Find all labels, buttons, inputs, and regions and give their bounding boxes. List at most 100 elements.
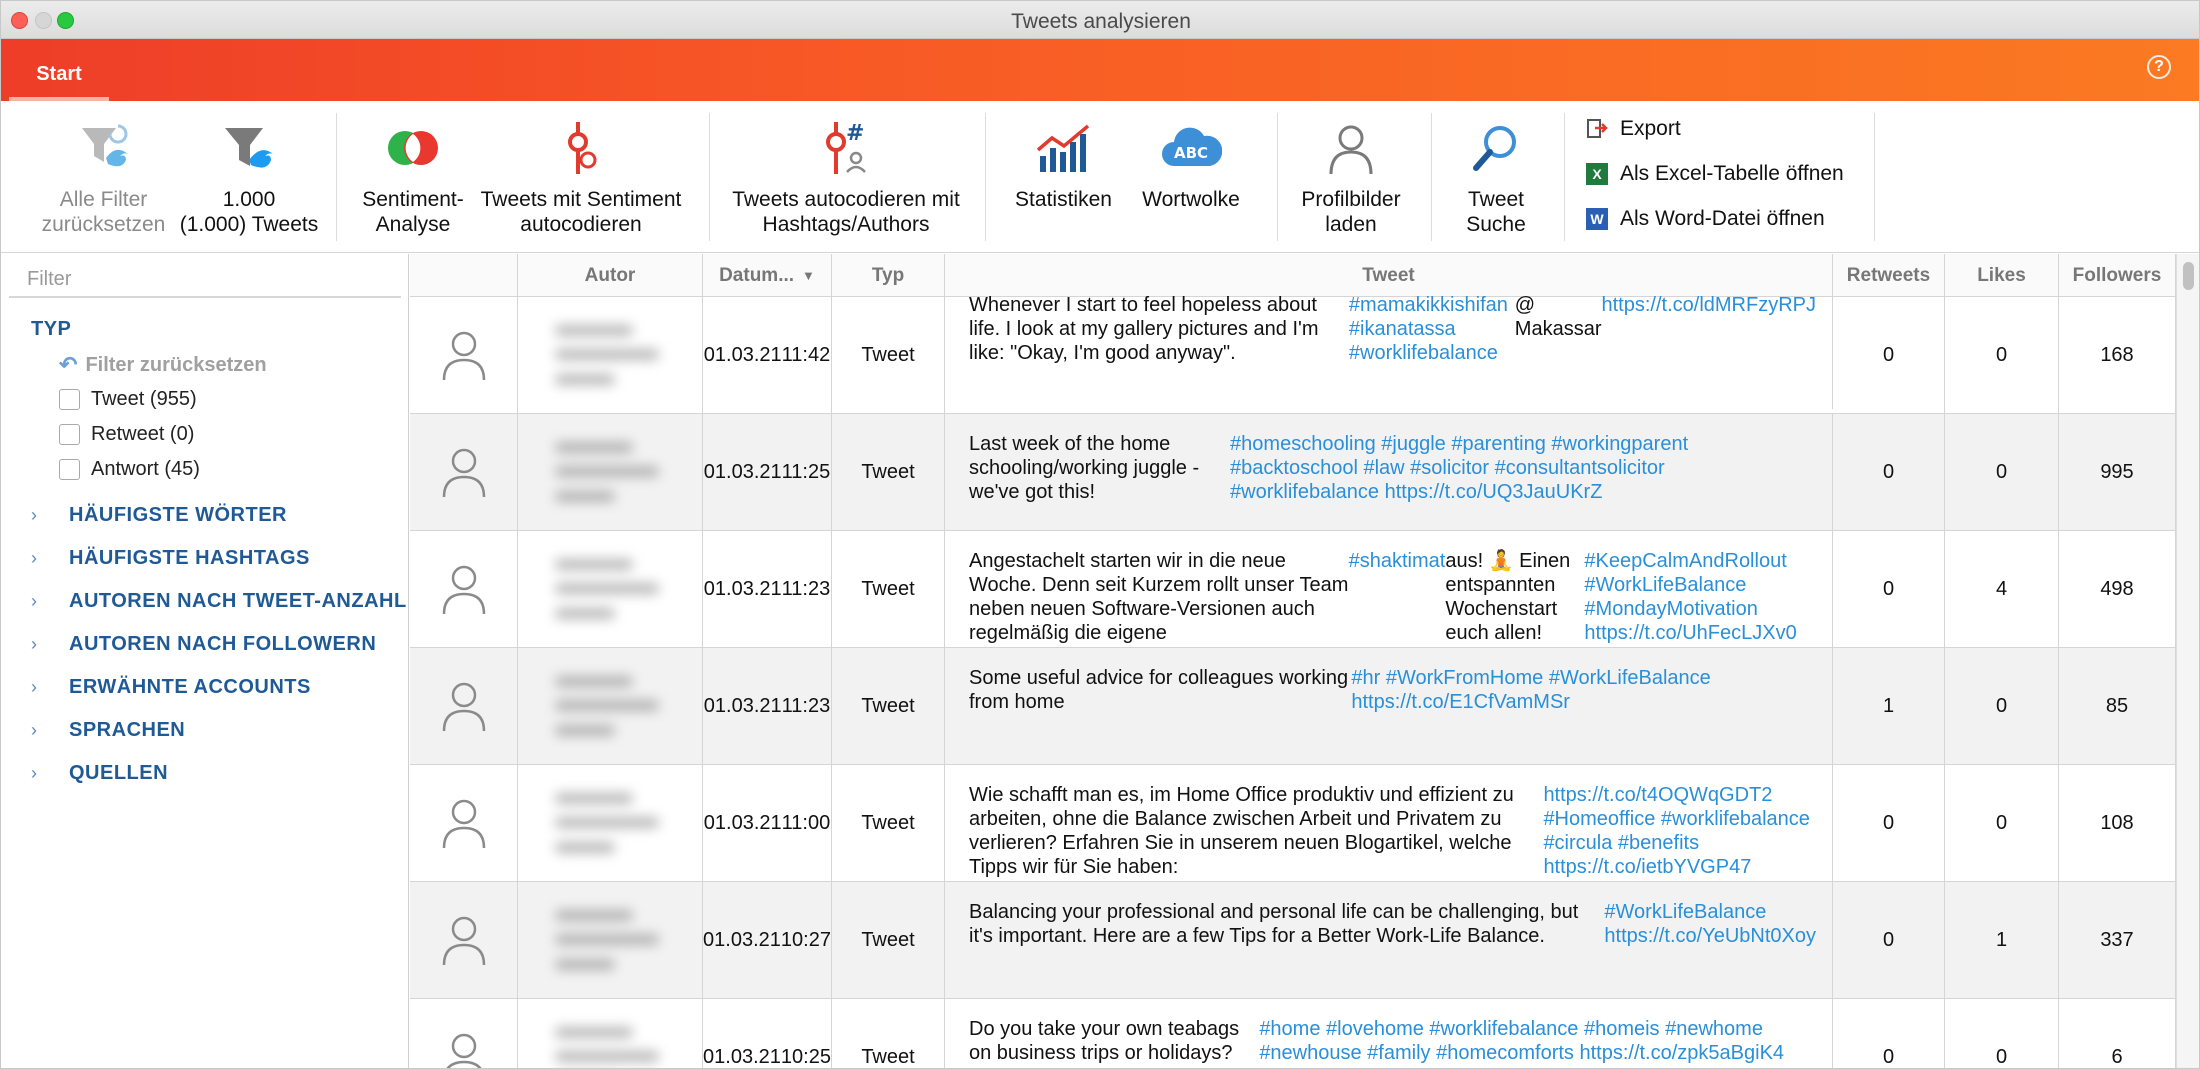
- section-languages[interactable]: › SPRACHEN: [31, 719, 185, 742]
- column-header-retweets[interactable]: Retweets: [1833, 254, 1945, 297]
- autocode-sentiment-button[interactable]: Tweets mit Sentiment autocodieren: [476, 117, 686, 237]
- avatar-user-icon: [442, 916, 485, 966]
- table-row[interactable]: 01.03.21 10:25 Tweet Do you take your own t…: [410, 999, 2176, 1068]
- retweets-cell: 0: [1833, 882, 1945, 998]
- reset-type-filter-button[interactable]: ↶ Filter zurücksetzen: [59, 352, 267, 378]
- tweet-text-cell[interactable]: Whenever I start to feel hopeless about …: [945, 293, 1833, 409]
- author-cell[interactable]: [518, 765, 703, 881]
- tweet-text-cell[interactable]: Do you take your own teabags on business…: [945, 999, 1833, 1068]
- column-header-tweet[interactable]: Tweet: [945, 254, 1833, 297]
- section-sources[interactable]: › QUELLEN: [31, 762, 168, 785]
- column-header-date[interactable]: Datum... ▼: [703, 254, 832, 297]
- column-header-likes[interactable]: Likes: [1945, 254, 2059, 297]
- table-row[interactable]: 01.03.21 11:42 Tweet Whenever I start to fe…: [410, 293, 2176, 414]
- table-row[interactable]: 01.03.21 11:23 Tweet Angestachelt starten w…: [410, 531, 2176, 648]
- twitter-filter-icon: [179, 117, 319, 179]
- hashtag-link-text[interactable]: #hr #WorkFromHome #WorkLifeBalance https…: [1351, 666, 1816, 714]
- table-row[interactable]: 01.03.21 10:27 Tweet Balancing your profess…: [410, 882, 2176, 999]
- type-checkbox-tweet[interactable]: Tweet (955): [59, 388, 197, 411]
- checkbox[interactable]: [59, 459, 80, 480]
- open-excel-button[interactable]: X Als Excel-Tabelle öffnen: [1586, 162, 1844, 186]
- avatar-cell[interactable]: [410, 765, 518, 881]
- section-frequent-hashtags[interactable]: › HÄUFIGSTE HASHTAGS: [31, 547, 310, 570]
- section-mentioned-accounts[interactable]: › ERWÄHNTE ACCOUNTS: [31, 676, 311, 699]
- column-header-author[interactable]: Autor: [518, 254, 703, 297]
- type-filter-heading: TYP: [31, 318, 72, 340]
- hashtag-link-text[interactable]: https://t.co/t4OQWqGDT2 #Homeoffice #wor…: [1543, 783, 1816, 879]
- avatar-cell[interactable]: [410, 414, 518, 530]
- type-checkbox-reply[interactable]: Antwort (45): [59, 458, 200, 481]
- type-cell: Tweet: [832, 297, 945, 413]
- date-cell: 01.03.21 11:25: [703, 414, 832, 530]
- column-header-avatar[interactable]: [410, 254, 518, 297]
- author-cell[interactable]: [518, 648, 703, 764]
- help-icon[interactable]: ?: [2147, 55, 2171, 79]
- tweet-text: Some useful advice for colleagues workin…: [969, 667, 1349, 713]
- word-cloud-button[interactable]: ABC Wortwolke: [1131, 117, 1251, 212]
- statistics-button[interactable]: Statistiken: [1006, 117, 1121, 212]
- followers-cell: 995: [2059, 414, 2176, 530]
- chevron-right-icon: ›: [31, 505, 38, 525]
- section-frequent-words[interactable]: › HÄUFIGSTE WÖRTER: [31, 504, 287, 527]
- sentiment-analysis-button[interactable]: Sentiment- Analyse: [355, 117, 471, 237]
- tweet-text-cell[interactable]: Wie schafft man es, im Home Office produ…: [945, 765, 1833, 881]
- chevron-right-icon: ›: [31, 677, 38, 697]
- avatar-cell[interactable]: [410, 297, 518, 413]
- filter-search-input[interactable]: [9, 262, 401, 298]
- hashtag-link-text[interactable]: #WorkLifeBalance https://t.co/YeUbNt0Xoy: [1604, 900, 1816, 948]
- tweet-text-cell[interactable]: Some useful advice for colleagues workin…: [945, 648, 1833, 764]
- toolbar-separator: [1431, 113, 1432, 241]
- scrollbar-thumb[interactable]: [2183, 262, 2194, 290]
- open-word-button[interactable]: W Als Word-Datei öffnen: [1586, 207, 1825, 231]
- avatar-cell[interactable]: [410, 648, 518, 764]
- blurred-author-name: [555, 1020, 665, 1068]
- table-row[interactable]: 01.03.21 11:00 Tweet Wie schafft man es, im…: [410, 765, 2176, 882]
- tweet-text: aus! 🧘 Einen entspannten Wochenstart euc…: [1445, 550, 1571, 644]
- tweet-text-cell[interactable]: Balancing your professional and personal…: [945, 882, 1833, 998]
- hashtag-link-text[interactable]: #home #lovehome #worklifebalance #homeis…: [1259, 1017, 1816, 1065]
- type-cell: Tweet: [832, 765, 945, 881]
- table-row[interactable]: 01.03.21 11:23 Tweet Some useful advice for…: [410, 648, 2176, 765]
- author-cell[interactable]: [518, 999, 703, 1068]
- date-text: 01.03.21: [703, 577, 782, 600]
- hashtag-link-text[interactable]: #shaktimat: [1349, 549, 1446, 573]
- likes-cell: 1: [1945, 882, 2059, 998]
- type-checkbox-retweet[interactable]: Retweet (0): [59, 423, 194, 446]
- column-header-type[interactable]: Typ: [832, 254, 945, 297]
- author-cell[interactable]: [518, 414, 703, 530]
- avatar-user-icon: [442, 331, 485, 381]
- section-authors-by-tweets[interactable]: › AUTOREN NACH TWEET-ANZAHL: [31, 590, 407, 613]
- load-profile-pictures-button[interactable]: Profilbilder laden: [1291, 117, 1411, 237]
- tweet-text: Balancing your professional and personal…: [969, 901, 1579, 947]
- hashtag-link-text[interactable]: #KeepCalmAndRollout #WorkLifeBalance #Mo…: [1584, 549, 1816, 645]
- tweet-count-button[interactable]: 1.000 (1.000) Tweets: [179, 117, 319, 237]
- blurred-author-name: [555, 552, 665, 626]
- filter-reset-icon: [21, 117, 186, 179]
- hashtag-link-text[interactable]: #mamakikkishifan #ikanatassa #worklifeba…: [1349, 293, 1515, 365]
- reset-all-filters-button[interactable]: Alle Filter zurücksetzen: [21, 117, 186, 237]
- author-cell[interactable]: [518, 297, 703, 413]
- checkbox[interactable]: [59, 424, 80, 445]
- autocode-hashtags-button[interactable]: # Tweets autocodieren mit Hashtags/Autho…: [721, 117, 971, 237]
- vertical-scrollbar[interactable]: [2176, 254, 2199, 1068]
- table-row[interactable]: 01.03.21 11:25 Tweet Last week of the home …: [410, 414, 2176, 531]
- section-authors-by-followers[interactable]: › AUTOREN NACH FOLLOWERN: [31, 633, 376, 656]
- author-cell[interactable]: [518, 882, 703, 998]
- title-bar: Tweets analysieren: [1, 1, 2199, 39]
- column-header-followers[interactable]: Followers: [2059, 254, 2176, 297]
- avatar-cell[interactable]: [410, 999, 518, 1068]
- export-button[interactable]: Export: [1586, 117, 1681, 141]
- author-cell[interactable]: [518, 531, 703, 647]
- time-text: 11:42: [781, 343, 831, 366]
- checkbox[interactable]: [59, 389, 80, 410]
- toolbar-separator: [709, 113, 710, 241]
- tweet-text-cell[interactable]: Last week of the home schooling/working …: [945, 414, 1833, 530]
- tweet-search-button[interactable]: Tweet Suche: [1446, 117, 1546, 237]
- avatar-cell[interactable]: [410, 531, 518, 647]
- tweet-text-cell[interactable]: Angestachelt starten wir in die neue Woc…: [945, 531, 1833, 647]
- hashtag-link-text[interactable]: https://t.co/ldMRFzyRPJ: [1602, 293, 1817, 317]
- avatar-cell[interactable]: [410, 882, 518, 998]
- tab-start[interactable]: Start: [9, 53, 109, 101]
- hashtag-link-text[interactable]: #homeschooling #juggle #parenting #worki…: [1230, 432, 1816, 504]
- chevron-right-icon: ›: [31, 548, 38, 568]
